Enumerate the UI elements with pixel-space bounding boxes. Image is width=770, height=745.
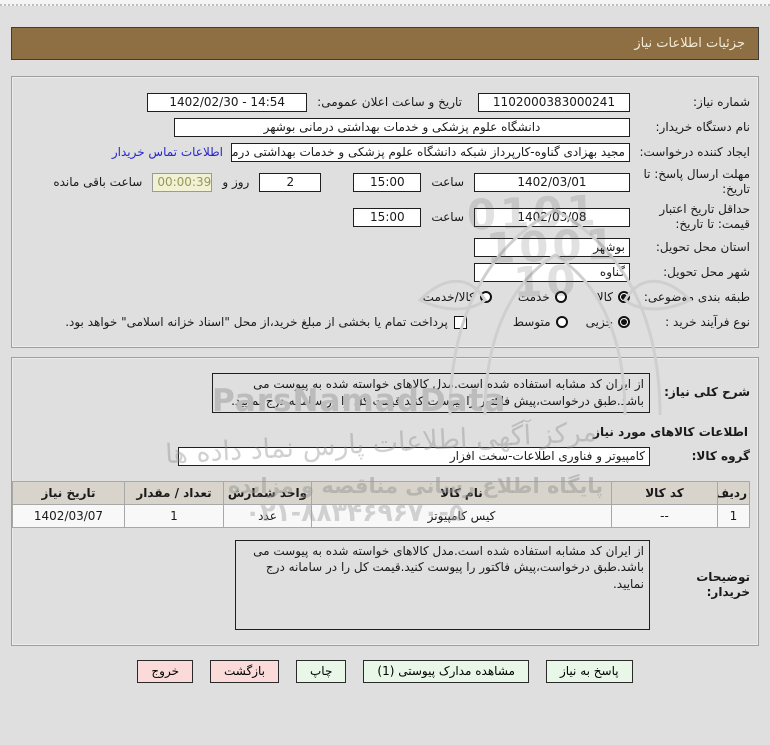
option-treasury-payment: پرداخت تمام یا بخشی از مبلغ خرید،از محل … (65, 315, 467, 329)
radio-goods-service-label: کالا/خدمت (422, 290, 475, 304)
reply-to-need-button[interactable]: پاسخ به نیاز (545, 659, 633, 683)
price-validity-hour-label: ساعت (431, 210, 464, 224)
radio-medium-label: متوسط (512, 315, 551, 329)
buyer-notes-box[interactable]: از ایران کد مشابه استفاده شده است.مدل کا… (235, 539, 650, 630)
need-number-field[interactable]: 1102000383000241 (478, 92, 630, 112)
col-header-unit[interactable]: واحد شمارش (223, 480, 312, 505)
buyer-notes-label: توضیحات خریدار: (696, 569, 750, 599)
table-row[interactable]: 1 -- کیس کامپیوتر عدد 1 1402/03/07 (12, 503, 750, 528)
subject-classification-label: طبقه بندی موضوعی: (643, 289, 750, 304)
option-goods: کالا (597, 290, 630, 304)
cell-quantity: 1 (124, 503, 224, 528)
goods-info-panel: شرح کلی نیاز: از ایران کد مشابه استفاده … (11, 357, 759, 646)
row-delivery-province: استان محل تحویل: بوشهر (20, 237, 750, 257)
row-need-description: شرح کلی نیاز: از ایران کد مشابه استفاده … (20, 373, 750, 413)
col-header-goods-name[interactable]: نام کالا (311, 480, 612, 505)
announce-datetime-label: تاریخ و ساعت اعلان عمومی: (317, 95, 462, 109)
delivery-province-label: استان محل تحویل: (655, 239, 750, 254)
view-attached-docs-button[interactable]: مشاهده مدارک پیوستی (1) (363, 659, 529, 683)
row-purchase-process: نوع فرآیند خرید : جزیی متوسط پرداخت تمام… (20, 312, 750, 332)
row-subject-classification: طبقه بندی موضوعی: کالا خدمت کالا/خدمت (20, 287, 750, 307)
row-buyer-org: نام دستگاه خریدار: دانشگاه علوم پزشکی و … (20, 117, 750, 137)
goods-group-label: گروه کالا: (691, 449, 750, 464)
row-reply-deadline: مهلت ارسال پاسخ: تا تاریخ: 1402/03/01 سا… (20, 167, 750, 197)
row-request-creator: ایجاد کننده درخواست: مجید بهزادی گناوه-ک… (20, 142, 750, 162)
reply-deadline-label: مهلت ارسال پاسخ: تا تاریخ: (643, 167, 750, 196)
delivery-city-label: شهر محل تحویل: (663, 264, 750, 279)
goods-table-header-row: ردیف کد کالا نام کالا واحد شمارش تعداد /… (12, 480, 750, 505)
radio-goods[interactable] (618, 291, 630, 303)
cell-goods-name: کیس کامپیوتر (311, 503, 612, 528)
back-button[interactable]: بازگشت (210, 659, 279, 683)
page-top-divider (0, 0, 770, 6)
col-header-need-date[interactable]: تاریخ نیاز (12, 480, 125, 505)
price-validity-label: حداقل تاریخ اعتبار قیمت: تا تاریخ: (659, 202, 750, 231)
buyer-org-field[interactable]: دانشگاه علوم پزشکی و خدمات بهداشتی درمان… (174, 117, 630, 137)
reply-deadline-hour-label: ساعت (431, 175, 464, 189)
radio-medium[interactable] (555, 316, 568, 328)
exit-button[interactable]: خروج (137, 659, 193, 683)
option-service: خدمت (518, 290, 567, 304)
cell-goods-code: -- (611, 503, 718, 528)
row-delivery-city: شهر محل تحویل: گناوه (20, 262, 750, 282)
announce-datetime-field[interactable]: 1402/02/30 - 14:54 (147, 92, 308, 112)
request-creator-field[interactable]: مجید بهزادی گناوه-کارپرداز شبکه دانشگاه … (231, 142, 630, 162)
action-buttons: پاسخ به نیاز مشاهده مدارک پیوستی (1) چاپ… (0, 659, 770, 683)
goods-table: ردیف کد کالا نام کالا واحد شمارش تعداد /… (12, 480, 750, 528)
reply-deadline-hour-field[interactable]: 15:00 (353, 172, 422, 192)
radio-goods-service[interactable] (479, 291, 492, 303)
delivery-city-field[interactable]: گناوه (474, 262, 630, 282)
col-header-quantity[interactable]: تعداد / مقدار (124, 480, 224, 505)
buyer-org-label: نام دستگاه خریدار: (655, 119, 751, 134)
row-price-validity: حداقل تاریخ اعتبار قیمت: تا تاریخ: 1402/… (20, 202, 750, 232)
page-title: جزئیات اطلاعات نیاز (634, 36, 745, 51)
radio-partial-label: جزیی (585, 315, 613, 329)
row-goods-group: گروه کالا: کامپیوتر و فناوری اطلاعات-سخت… (20, 447, 750, 467)
need-info-panel: شماره نیاز: 1102000383000241 تاریخ و ساع… (11, 76, 759, 348)
remaining-days-label: روز و (222, 175, 250, 189)
col-header-goods-code[interactable]: کد کالا (611, 480, 718, 505)
option-goods-service: کالا/خدمت (423, 290, 492, 304)
option-medium: متوسط (513, 315, 568, 329)
need-number-label: شماره نیاز: (693, 94, 750, 109)
radio-service[interactable] (554, 291, 567, 303)
price-validity-date-field[interactable]: 1402/03/08 (474, 207, 630, 227)
remaining-days-field[interactable]: 2 (259, 172, 322, 192)
treasury-payment-checkbox[interactable] (453, 315, 467, 329)
window-title-bar: جزئیات اطلاعات نیاز (11, 27, 759, 60)
countdown-label: ساعت باقی مانده (53, 175, 143, 189)
treasury-payment-label: پرداخت تمام یا بخشی از مبلغ خرید،از محل … (65, 315, 448, 329)
delivery-province-field[interactable]: بوشهر (474, 237, 630, 257)
cell-row-number: 1 (717, 503, 750, 528)
price-validity-hour-field[interactable]: 15:00 (353, 207, 422, 227)
cell-unit: عدد (223, 503, 312, 528)
col-header-row-number[interactable]: ردیف (717, 480, 750, 505)
need-description-box[interactable]: از ایران کد مشابه استفاده شده است.مدل کا… (212, 373, 650, 413)
cell-need-date: 1402/03/07 (12, 503, 125, 528)
option-partial: جزیی (586, 315, 630, 329)
reply-deadline-date-field[interactable]: 1402/03/01 (474, 172, 630, 192)
row-need-number: شماره نیاز: 1102000383000241 تاریخ و ساع… (20, 92, 750, 112)
print-button[interactable]: چاپ (296, 659, 347, 683)
need-description-label: شرح کلی نیاز: (664, 385, 750, 400)
request-creator-label: ایجاد کننده درخواست: (639, 144, 750, 159)
goods-section-title: اطلاعات کالاهای مورد نیاز (593, 424, 748, 439)
goods-group-field[interactable]: کامپیوتر و فناوری اطلاعات-سخت افزار (178, 447, 650, 467)
radio-goods-label: کالا (596, 290, 613, 304)
row-buyer-notes: توضیحات خریدار: از ایران کد مشابه استفاد… (20, 539, 750, 630)
purchase-process-label: نوع فرآیند خرید : (665, 314, 750, 329)
buyer-contact-link[interactable]: اطلاعات تماس خریدار (112, 145, 223, 159)
countdown-timer: 00:00:39 (152, 172, 213, 192)
radio-partial[interactable] (618, 316, 630, 328)
radio-service-label: خدمت (517, 290, 550, 304)
